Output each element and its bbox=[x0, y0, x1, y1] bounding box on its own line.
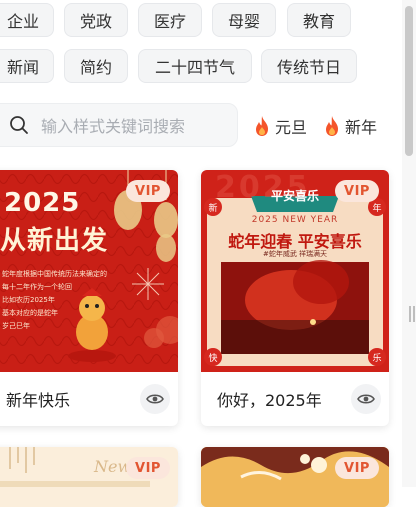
search-icon bbox=[10, 116, 28, 134]
category-tag-solar-terms[interactable]: 二十四节气 bbox=[138, 49, 252, 83]
poster-year: 2025 bbox=[4, 188, 81, 218]
scrollbar-thumb[interactable] bbox=[405, 6, 413, 156]
poster-tagline: #蛇年威武 祥瑞满天 bbox=[262, 250, 328, 258]
flame-icon bbox=[326, 116, 338, 136]
search-box[interactable]: 输入样式关键词搜索 bbox=[0, 103, 238, 147]
vip-badge: VIP bbox=[126, 457, 170, 479]
category-tag-education[interactable]: 教育 bbox=[287, 3, 351, 37]
poster-corner-br: 乐 bbox=[372, 354, 382, 364]
search-input[interactable]: 输入样式关键词搜索 bbox=[41, 113, 185, 137]
eye-icon bbox=[357, 394, 375, 404]
card-footer: 新年快乐 bbox=[0, 372, 178, 426]
category-tag-enterprise[interactable]: 企业 bbox=[0, 3, 54, 37]
template-card-4[interactable]: VIP bbox=[201, 447, 389, 507]
flame-icon bbox=[256, 116, 268, 136]
poster-headline: 从新出发 bbox=[0, 226, 109, 256]
template-card-3[interactable]: New VIP bbox=[0, 447, 178, 507]
resize-handle[interactable] bbox=[408, 300, 416, 340]
category-tag-maternity[interactable]: 母婴 bbox=[212, 3, 276, 37]
poster-corner-bl: 快 bbox=[208, 354, 218, 364]
hot-tag-label: 元旦 bbox=[275, 118, 308, 137]
vip-badge: VIP bbox=[126, 180, 170, 202]
category-tag-festivals[interactable]: 传统节日 bbox=[261, 49, 357, 83]
template-poster-4: VIP bbox=[201, 447, 389, 507]
poster-corner-tl: 新 bbox=[208, 204, 218, 214]
template-card-1[interactable]: 2025 从新出发 蛇年度根据中国传统历法来确定的 每十二年作为一个轮回 比如农… bbox=[0, 170, 178, 426]
poster-body: 蛇年度根据中国传统历法来确定的 每十二年作为一个轮回 比如农历2025年 基本对… bbox=[2, 270, 107, 330]
hot-tag-yuandan[interactable]: 元旦 bbox=[252, 114, 307, 138]
poster-corner-tr: 年 bbox=[372, 204, 382, 214]
category-tag-government[interactable]: 党政 bbox=[64, 3, 128, 37]
hot-tag-label: 新年 bbox=[345, 118, 378, 137]
category-tag-medical[interactable]: 医疗 bbox=[138, 3, 202, 37]
hot-tag-xinnian[interactable]: 新年 bbox=[322, 114, 377, 138]
eye-icon bbox=[146, 394, 164, 404]
template-poster-2: 2025 平安喜乐 2025 NEW YEAR 蛇年迎春 平安喜乐 #蛇年威武 … bbox=[201, 170, 389, 372]
vip-badge: VIP bbox=[335, 457, 379, 479]
vip-badge: VIP bbox=[335, 180, 379, 202]
scrollbar[interactable] bbox=[402, 0, 416, 487]
category-tag-news[interactable]: 新闻 bbox=[0, 49, 54, 83]
template-poster-1: 2025 从新出发 蛇年度根据中国传统历法来确定的 每十二年作为一个轮回 比如农… bbox=[0, 170, 178, 372]
template-card-2[interactable]: 2025 平安喜乐 2025 NEW YEAR 蛇年迎春 平安喜乐 #蛇年威武 … bbox=[201, 170, 389, 426]
poster-subtitle: 2025 NEW YEAR bbox=[251, 215, 339, 225]
template-poster-3: New VIP bbox=[0, 447, 178, 507]
card-title: 你好，2025年 bbox=[217, 391, 322, 410]
card-title: 新年快乐 bbox=[6, 391, 71, 410]
preview-button[interactable] bbox=[140, 384, 170, 414]
preview-button[interactable] bbox=[351, 384, 381, 414]
card-footer: 你好，2025年 bbox=[201, 372, 389, 426]
category-tag-simple[interactable]: 简约 bbox=[64, 49, 128, 83]
